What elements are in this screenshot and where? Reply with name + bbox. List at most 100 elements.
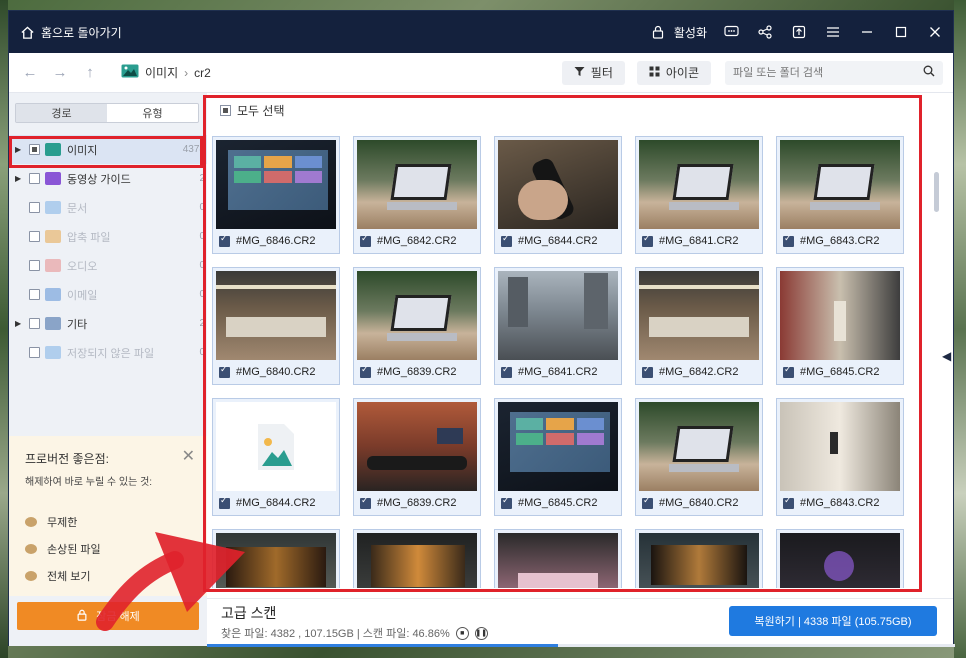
scan-info-text: 찾은 파일: 4382 , 107.15GB | 스캔 파일: 46.86%: [221, 628, 450, 640]
recover-button[interactable]: 복원하기 | 4338 파일 (105.75GB): [729, 606, 937, 636]
file-checkbox[interactable]: [783, 233, 794, 247]
sidebar-item-checkbox[interactable]: [29, 318, 40, 329]
file-card[interactable]: #MG_6845.CR2: [494, 398, 622, 516]
file-caption: #MG_6842.CR2: [360, 233, 457, 247]
icon-view-button[interactable]: 아이콘: [636, 60, 711, 85]
breadcrumb-root[interactable]: 이미지: [145, 64, 178, 81]
file-checkbox[interactable]: [642, 364, 653, 378]
search-input[interactable]: [733, 66, 923, 79]
sidebar-item-checkbox[interactable]: [29, 202, 40, 213]
sidebar-item[interactable]: ▶ 동영상 가이드 2: [9, 164, 207, 193]
sidebar-item-checkbox[interactable]: [29, 260, 40, 271]
sidebar-item-checkbox[interactable]: [29, 289, 40, 300]
close-icon[interactable]: [927, 24, 943, 40]
file-checkbox[interactable]: [501, 233, 512, 247]
file-caption: #MG_6843.CR2: [783, 495, 880, 509]
file-card[interactable]: #MG_6841.CR2: [635, 136, 763, 254]
file-card[interactable]: #MG_6842.CR2: [353, 136, 481, 254]
sidebar-item-label: 저장되지 않은 파일: [67, 347, 155, 360]
file-card[interactable]: #MG_6845.CR2: [776, 267, 904, 385]
file-card[interactable]: [494, 529, 622, 588]
file-checkbox[interactable]: [783, 495, 794, 509]
promo-close-icon[interactable]: ✕: [182, 446, 195, 466]
view-toggle: 경로 유형: [15, 103, 199, 123]
back-arrow-icon[interactable]: ←: [19, 62, 41, 84]
file-name: #MG_6841.CR2: [518, 366, 598, 378]
sidebar-item[interactable]: ▶ 기타 2: [9, 309, 207, 338]
home-button[interactable]: 홈으로 돌아가기: [19, 24, 122, 41]
sidebar-item-checkbox[interactable]: [29, 347, 40, 358]
tab-type[interactable]: 유형: [107, 104, 198, 122]
file-checkbox[interactable]: [219, 233, 230, 247]
file-checkbox[interactable]: [642, 233, 653, 247]
select-all[interactable]: 모두 선택: [220, 102, 285, 119]
forward-arrow-icon[interactable]: →: [49, 62, 71, 84]
sidebar-item-checkbox[interactable]: [29, 231, 40, 242]
file-card[interactable]: #MG_6840.CR2: [212, 267, 340, 385]
file-card[interactable]: #MG_6844.CR2: [494, 136, 622, 254]
file-checkbox[interactable]: [219, 495, 230, 509]
file-thumbnail: [498, 140, 618, 229]
file-name: #MG_6843.CR2: [800, 235, 880, 247]
file-caption: #MG_6845.CR2: [501, 495, 598, 509]
search-icon[interactable]: [923, 65, 935, 80]
up-arrow-icon[interactable]: ↑: [79, 62, 101, 84]
file-checkbox[interactable]: [219, 364, 230, 378]
file-checkbox[interactable]: [360, 364, 371, 378]
file-checkbox[interactable]: [501, 495, 512, 509]
select-all-checkbox[interactable]: [220, 105, 231, 116]
expand-arrow-icon[interactable]: ▶: [15, 319, 25, 328]
grid-icon: [649, 66, 660, 80]
promo-item-preview: 전체 보기: [25, 562, 197, 589]
stop-icon[interactable]: ■: [455, 626, 469, 640]
file-checkbox[interactable]: [360, 233, 371, 247]
filter-button[interactable]: 필터: [561, 60, 625, 85]
file-card[interactable]: #MG_6842.CR2: [635, 267, 763, 385]
file-card[interactable]: #MG_6841.CR2: [494, 267, 622, 385]
tab-path[interactable]: 경로: [16, 104, 107, 122]
expand-arrow-icon[interactable]: ▶: [15, 174, 25, 183]
maximize-icon[interactable]: [893, 24, 909, 40]
sidebar-item[interactable]: 오디오 0: [9, 251, 207, 280]
file-card[interactable]: [212, 529, 340, 588]
collapse-panel-icon[interactable]: ◀: [942, 349, 951, 363]
scrollbar-thumb[interactable]: [934, 172, 939, 212]
share-icon[interactable]: [757, 24, 773, 40]
file-checkbox[interactable]: [642, 495, 653, 509]
sidebar-item[interactable]: 저장되지 않은 파일 0: [9, 338, 207, 367]
file-card[interactable]: #MG_6846.CR2: [212, 136, 340, 254]
sidebar-item[interactable]: 압축 파일 0: [9, 222, 207, 251]
pro-promo-panel: 프로버전 좋은점: 해제하여 바로 누릴 수 있는 것: ✕ 무제한 손상된 파…: [9, 436, 207, 596]
activate-button[interactable]: 활성화: [650, 24, 707, 41]
minimize-icon[interactable]: [859, 24, 875, 40]
upload-icon[interactable]: [791, 24, 807, 40]
sidebar-item-label: 기타: [67, 318, 88, 331]
search-box[interactable]: [725, 60, 943, 85]
file-card[interactable]: [776, 529, 904, 588]
file-card[interactable]: #MG_6839.CR2: [353, 398, 481, 516]
file-card[interactable]: #MG_6844.CR2: [212, 398, 340, 516]
feedback-icon[interactable]: [723, 24, 739, 40]
file-thumbnail: [357, 271, 477, 360]
file-card[interactable]: #MG_6839.CR2: [353, 267, 481, 385]
file-thumbnail: [639, 271, 759, 360]
file-thumbnail: [216, 533, 336, 588]
file-card[interactable]: #MG_6843.CR2: [776, 398, 904, 516]
file-thumbnail: [780, 140, 900, 229]
pause-icon[interactable]: ❚❚: [474, 626, 488, 640]
file-card[interactable]: [353, 529, 481, 588]
file-checkbox[interactable]: [501, 364, 512, 378]
unlock-button[interactable]: 잠금 해제: [17, 602, 199, 630]
breadcrumb-current[interactable]: cr2: [194, 66, 211, 80]
sidebar-item[interactable]: 문서 0: [9, 193, 207, 222]
file-card[interactable]: #MG_6843.CR2: [776, 136, 904, 254]
menu-icon[interactable]: [825, 24, 841, 40]
file-card[interactable]: [635, 529, 763, 588]
file-name: #MG_6843.CR2: [800, 497, 880, 509]
file-checkbox[interactable]: [783, 364, 794, 378]
sidebar-item[interactable]: 이메일 0: [9, 280, 207, 309]
file-checkbox[interactable]: [360, 495, 371, 509]
file-card[interactable]: #MG_6840.CR2: [635, 398, 763, 516]
file-thumbnail: [498, 533, 618, 588]
sidebar-item-checkbox[interactable]: [29, 173, 40, 184]
